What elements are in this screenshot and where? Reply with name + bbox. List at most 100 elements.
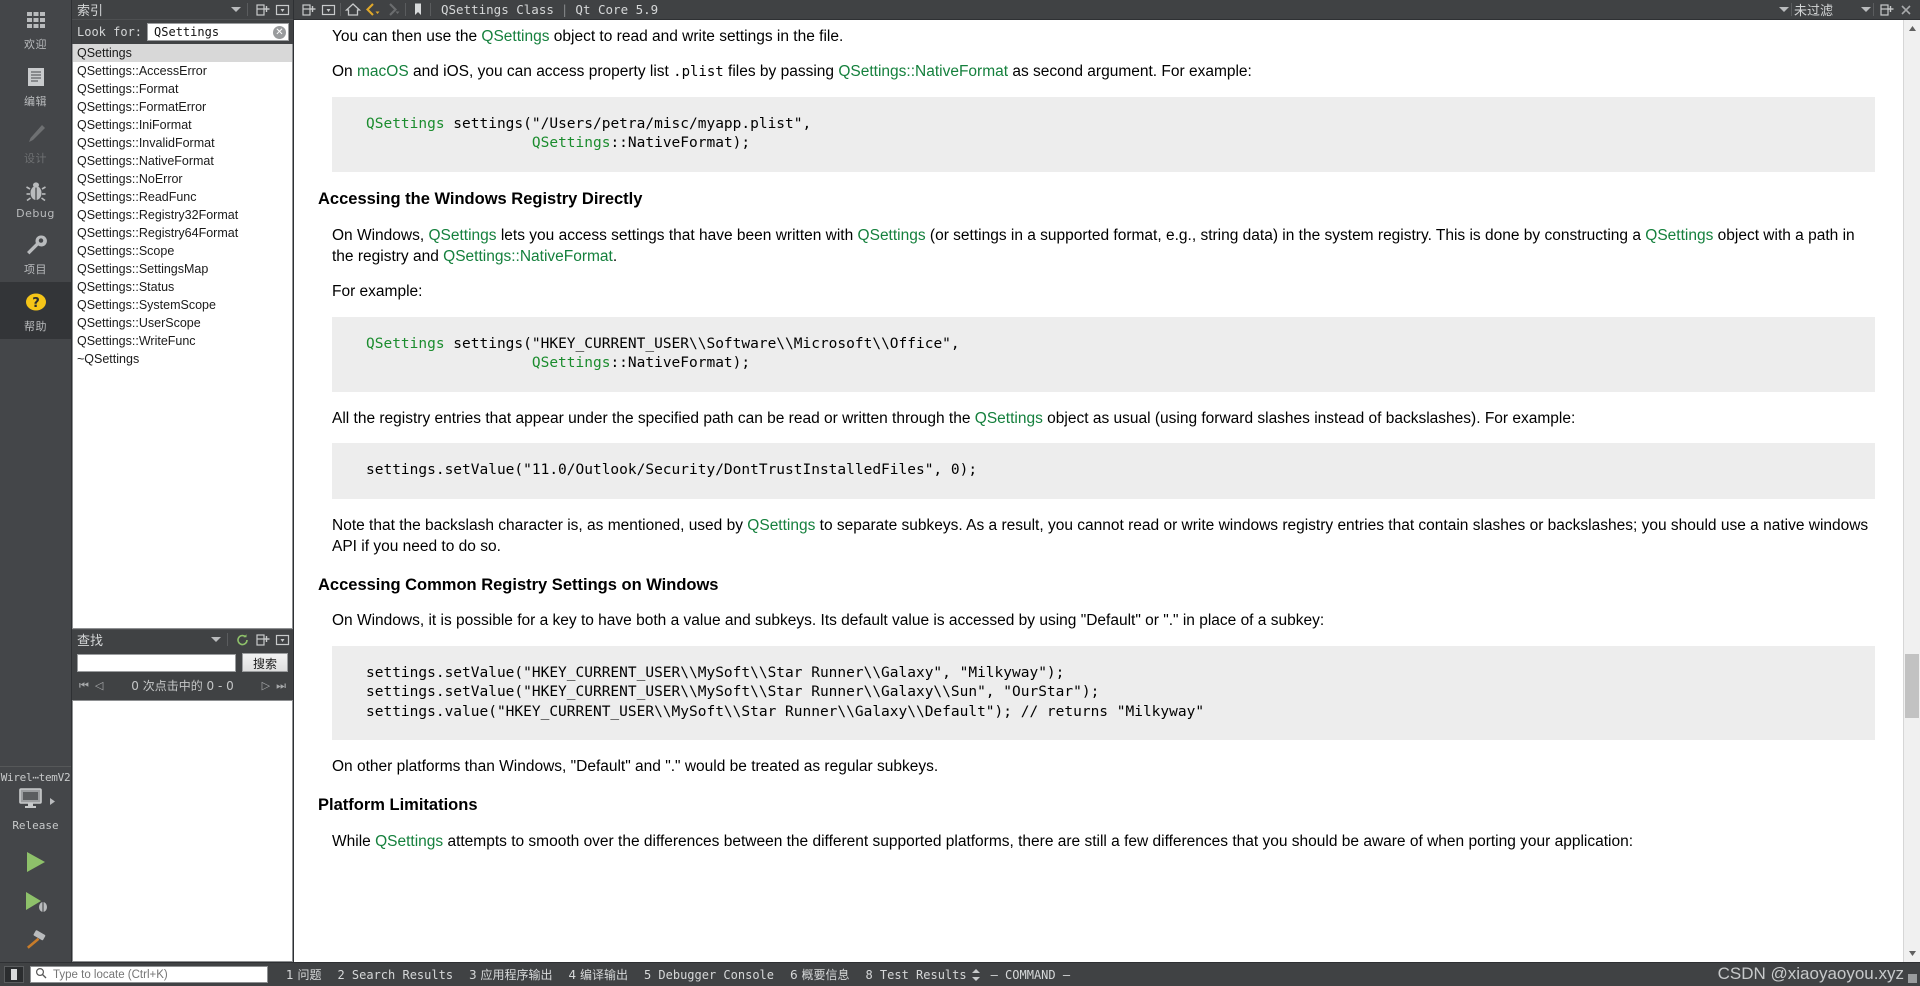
index-list[interactable]: QSettings QSettings::AccessError QSettings… xyxy=(72,44,293,629)
clear-icon[interactable]: ✕ xyxy=(273,25,286,39)
mode-item-help[interactable]: ? 帮助 xyxy=(0,282,71,339)
bug-icon xyxy=(23,178,49,204)
back-icon[interactable] xyxy=(363,1,383,19)
index-list-item[interactable]: QSettings::SystemScope xyxy=(73,296,292,314)
mode-item-design[interactable]: 设计 xyxy=(0,114,71,171)
link-qsettings-3c[interactable]: QSettings xyxy=(1645,227,1713,244)
locator-input[interactable] xyxy=(51,967,263,982)
output-pane-button[interactable]: 1 问题 xyxy=(286,966,321,983)
index-list-item[interactable]: QSettings::Status xyxy=(73,278,292,296)
index-list-item[interactable]: ~QSettings xyxy=(73,350,292,368)
search-chevron-down-icon[interactable] xyxy=(211,637,221,642)
doc-paragraph-6: Note that the backslash character is, as… xyxy=(332,515,1875,558)
add-bookmark-page-icon[interactable] xyxy=(298,1,318,19)
p9-b: attempts to smooth over the differences … xyxy=(443,832,1634,850)
prev-result-icon[interactable]: ◁ xyxy=(95,679,103,692)
look-for-field[interactable]: ✕ xyxy=(147,23,289,41)
new-tab-icon[interactable] xyxy=(1876,1,1896,19)
output-pane-button[interactable]: 3 应用程序输出 xyxy=(469,966,552,983)
panel-options-icon[interactable] xyxy=(274,2,290,18)
mode-item-debug[interactable]: Debug xyxy=(0,171,71,225)
viewer-options-icon[interactable] xyxy=(318,1,338,19)
link-qsettings-5[interactable]: QSettings xyxy=(975,410,1043,427)
scrollbar-thumb[interactable] xyxy=(1905,654,1919,718)
index-list-item[interactable]: QSettings::NoError xyxy=(73,170,292,188)
index-list-item[interactable]: QSettings::WriteFunc xyxy=(73,332,292,350)
kit-selector[interactable]: Wirel⋯temV2 Release xyxy=(0,766,71,842)
bookmark-icon[interactable] xyxy=(408,1,428,19)
index-list-item[interactable]: QSettings::Scope xyxy=(73,242,292,260)
index-list-item[interactable]: QSettings::FormatError xyxy=(73,98,292,116)
mode-item-edit[interactable]: 编辑 xyxy=(0,57,71,114)
filter-chevron-down-icon[interactable] xyxy=(1778,7,1789,12)
close-icon[interactable] xyxy=(1896,1,1916,19)
index-list-item[interactable]: QSettings::Format xyxy=(73,80,292,98)
heading-accessing-common-registry: Accessing Common Registry Settings on Wi… xyxy=(318,575,719,594)
code-block-plist: QSettings settings("/Users/petra/misc/my… xyxy=(332,96,1875,172)
search-input[interactable] xyxy=(78,655,235,672)
mode-label-debug: Debug xyxy=(16,207,55,220)
add-page-icon[interactable] xyxy=(254,2,270,18)
filter-select-chevron-icon[interactable] xyxy=(1861,7,1871,12)
index-list-item[interactable]: QSettings::InvalidFormat xyxy=(73,134,292,152)
index-list-item[interactable]: QSettings::NativeFormat xyxy=(73,152,292,170)
index-list-item[interactable]: QSettings::IniFormat xyxy=(73,116,292,134)
output-pane-button[interactable]: 5 Debugger Console xyxy=(644,968,774,982)
index-list-item[interactable]: QSettings::Registry64Format xyxy=(73,224,292,242)
index-list-item[interactable]: QSettings::Registry32Format xyxy=(73,206,292,224)
link-qsettings-nativeformat[interactable]: QSettings::NativeFormat xyxy=(838,63,1008,80)
output-pane-button[interactable]: 6 概要信息 xyxy=(790,966,849,983)
index-list-item[interactable]: QSettings::AccessError xyxy=(73,62,292,80)
mode-item-projects[interactable]: 项目 xyxy=(0,225,71,282)
index-list-item[interactable]: QSettings::SettingsMap xyxy=(73,260,292,278)
search-field[interactable] xyxy=(77,653,236,672)
scroll-up-arrow-icon[interactable] xyxy=(1904,20,1920,37)
link-qsettings-nativeformat-3[interactable]: QSettings::NativeFormat xyxy=(443,248,613,265)
doc-wrapper: You can then use the QSettings object to… xyxy=(294,20,1920,962)
filter-label: 未过滤 xyxy=(1793,4,1833,19)
run-debug-button[interactable] xyxy=(0,882,71,922)
scrollbar-track[interactable] xyxy=(1904,37,1920,945)
mode-item-welcome[interactable]: 欢迎 xyxy=(0,0,71,57)
sidebar-toggle-icon[interactable] xyxy=(4,966,24,983)
build-hammer-button[interactable] xyxy=(0,922,71,962)
index-panel-header: 索引 xyxy=(72,0,293,20)
heading-platform-limitations: Platform Limitations xyxy=(318,795,478,814)
home-icon[interactable] xyxy=(343,1,363,19)
link-qsettings-6[interactable]: QSettings xyxy=(747,517,815,534)
output-pane-button[interactable]: 8 Test Results xyxy=(865,968,966,982)
link-qsettings-3b[interactable]: QSettings xyxy=(858,227,926,244)
link-qsettings-9[interactable]: QSettings xyxy=(375,833,443,850)
link-macos[interactable]: macOS xyxy=(357,63,409,80)
forward-icon[interactable] xyxy=(383,1,403,19)
index-list-item[interactable]: QSettings::ReadFunc xyxy=(73,188,292,206)
run-button[interactable] xyxy=(0,842,71,882)
link-qsettings[interactable]: QSettings xyxy=(481,28,549,45)
output-pane-button[interactable]: 4 编译输出 xyxy=(569,966,628,983)
scroll-down-arrow-icon[interactable] xyxy=(1904,945,1920,962)
last-result-icon[interactable]: ⏭ xyxy=(276,679,286,693)
search-options-icon[interactable] xyxy=(274,632,290,648)
refresh-icon[interactable] xyxy=(234,632,250,648)
output-pane-updown[interactable] xyxy=(971,968,981,982)
viewer-toolbar: QSettings Class | Qt Core 5.9 未过滤 xyxy=(294,0,1920,20)
search-button[interactable]: 搜索 xyxy=(241,653,288,672)
code-text-r1: settings("HKEY_CURRENT_USER\\Software\\M… xyxy=(444,335,960,352)
code-token-qsettings-2: QSettings xyxy=(531,135,611,152)
output-pane-button[interactable]: 2 Search Results xyxy=(337,968,453,982)
next-result-icon[interactable]: ▷ xyxy=(262,679,270,692)
vertical-scrollbar[interactable] xyxy=(1903,20,1920,962)
search-add-page-icon[interactable] xyxy=(254,632,270,648)
kit-name: Wirel⋯temV2 xyxy=(0,771,71,784)
locator-field[interactable] xyxy=(30,966,268,983)
breadcrumb-separator: | xyxy=(560,2,569,17)
index-list-item[interactable]: QSettings xyxy=(73,44,292,62)
link-qsettings-3a[interactable]: QSettings xyxy=(428,227,496,244)
first-result-icon[interactable]: ⏮ xyxy=(79,679,89,693)
qtcreator-window: 欢迎 编辑 设计 Debug 项目 ? 帮助 Wirel⋯temV2 Relea… xyxy=(0,0,1920,986)
index-list-item[interactable]: QSettings::UserScope xyxy=(73,314,292,332)
chevron-down-icon[interactable] xyxy=(231,7,241,12)
mode-label-projects: 项目 xyxy=(24,263,47,276)
look-for-input[interactable] xyxy=(152,24,273,40)
resize-grip[interactable] xyxy=(1908,974,1917,983)
